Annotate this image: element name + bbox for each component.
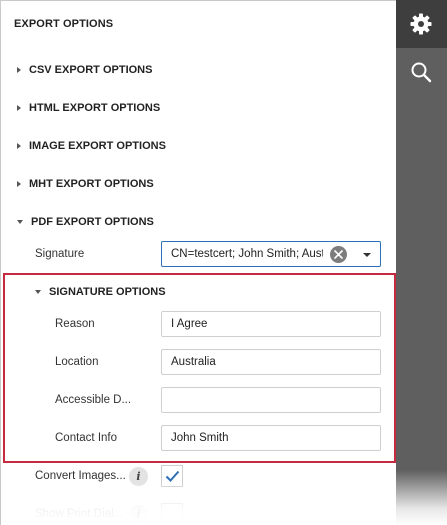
section-signature-options[interactable]: SIGNATURE OPTIONS bbox=[35, 282, 166, 302]
section-label: CSV EXPORT OPTIONS bbox=[29, 64, 153, 76]
clear-icon[interactable] bbox=[330, 246, 347, 263]
panel-title: EXPORT OPTIONS bbox=[14, 18, 114, 30]
section-label: HTML EXPORT OPTIONS bbox=[29, 102, 161, 114]
settings-button[interactable] bbox=[396, 0, 447, 48]
side-toolbar bbox=[396, 0, 447, 525]
reason-input[interactable]: I Agree bbox=[161, 311, 381, 337]
collapse-arrow-icon bbox=[17, 220, 23, 224]
contact-info-input[interactable]: John Smith bbox=[161, 425, 381, 451]
expand-arrow-icon bbox=[17, 143, 21, 149]
section-image-export-options[interactable]: IMAGE EXPORT OPTIONS bbox=[17, 136, 166, 156]
checkmark-icon bbox=[165, 470, 180, 482]
expand-arrow-icon bbox=[17, 105, 21, 111]
location-input[interactable]: Australia bbox=[161, 349, 381, 375]
location-label: Location bbox=[55, 356, 99, 368]
reason-label: Reason bbox=[55, 318, 95, 330]
expand-arrow-icon bbox=[17, 181, 21, 187]
chevron-down-icon[interactable] bbox=[363, 253, 371, 257]
section-csv-export-options[interactable]: CSV EXPORT OPTIONS bbox=[17, 60, 152, 80]
export-options-panel: EXPORT OPTIONS CSV EXPORT OPTIONS HTML E… bbox=[0, 0, 396, 525]
expand-arrow-icon bbox=[17, 67, 21, 73]
show-print-dialog-checkbox[interactable] bbox=[161, 503, 183, 525]
gear-icon bbox=[410, 13, 432, 35]
section-pdf-export-options[interactable]: PDF EXPORT OPTIONS bbox=[17, 212, 154, 232]
signature-label: Signature bbox=[35, 248, 85, 260]
collapse-arrow-icon bbox=[35, 290, 41, 294]
search-icon bbox=[411, 62, 432, 83]
signature-combobox[interactable]: CN=testcert; John Smith; Australia bbox=[161, 241, 381, 267]
convert-images-label: Convert Images... bbox=[35, 470, 126, 482]
section-label: PDF EXPORT OPTIONS bbox=[31, 216, 154, 228]
toolbar-fade bbox=[396, 470, 447, 525]
section-mht-export-options[interactable]: MHT EXPORT OPTIONS bbox=[17, 174, 154, 194]
accessible-description-label: Accessible D... bbox=[55, 394, 132, 406]
search-button[interactable] bbox=[396, 48, 447, 96]
convert-images-checkbox[interactable] bbox=[161, 465, 183, 487]
section-label: SIGNATURE OPTIONS bbox=[49, 286, 166, 298]
section-label: IMAGE EXPORT OPTIONS bbox=[29, 140, 166, 152]
section-html-export-options[interactable]: HTML EXPORT OPTIONS bbox=[17, 98, 160, 118]
contact-info-label: Contact Info bbox=[55, 432, 118, 444]
section-label: MHT EXPORT OPTIONS bbox=[29, 178, 154, 190]
accessible-description-input[interactable] bbox=[161, 387, 381, 413]
signature-value: CN=testcert; John Smith; Australia bbox=[171, 248, 323, 260]
info-icon[interactable]: i bbox=[129, 467, 148, 486]
show-print-dialog-label: Show Print Dial... bbox=[35, 508, 124, 520]
info-icon[interactable]: i bbox=[129, 505, 148, 524]
